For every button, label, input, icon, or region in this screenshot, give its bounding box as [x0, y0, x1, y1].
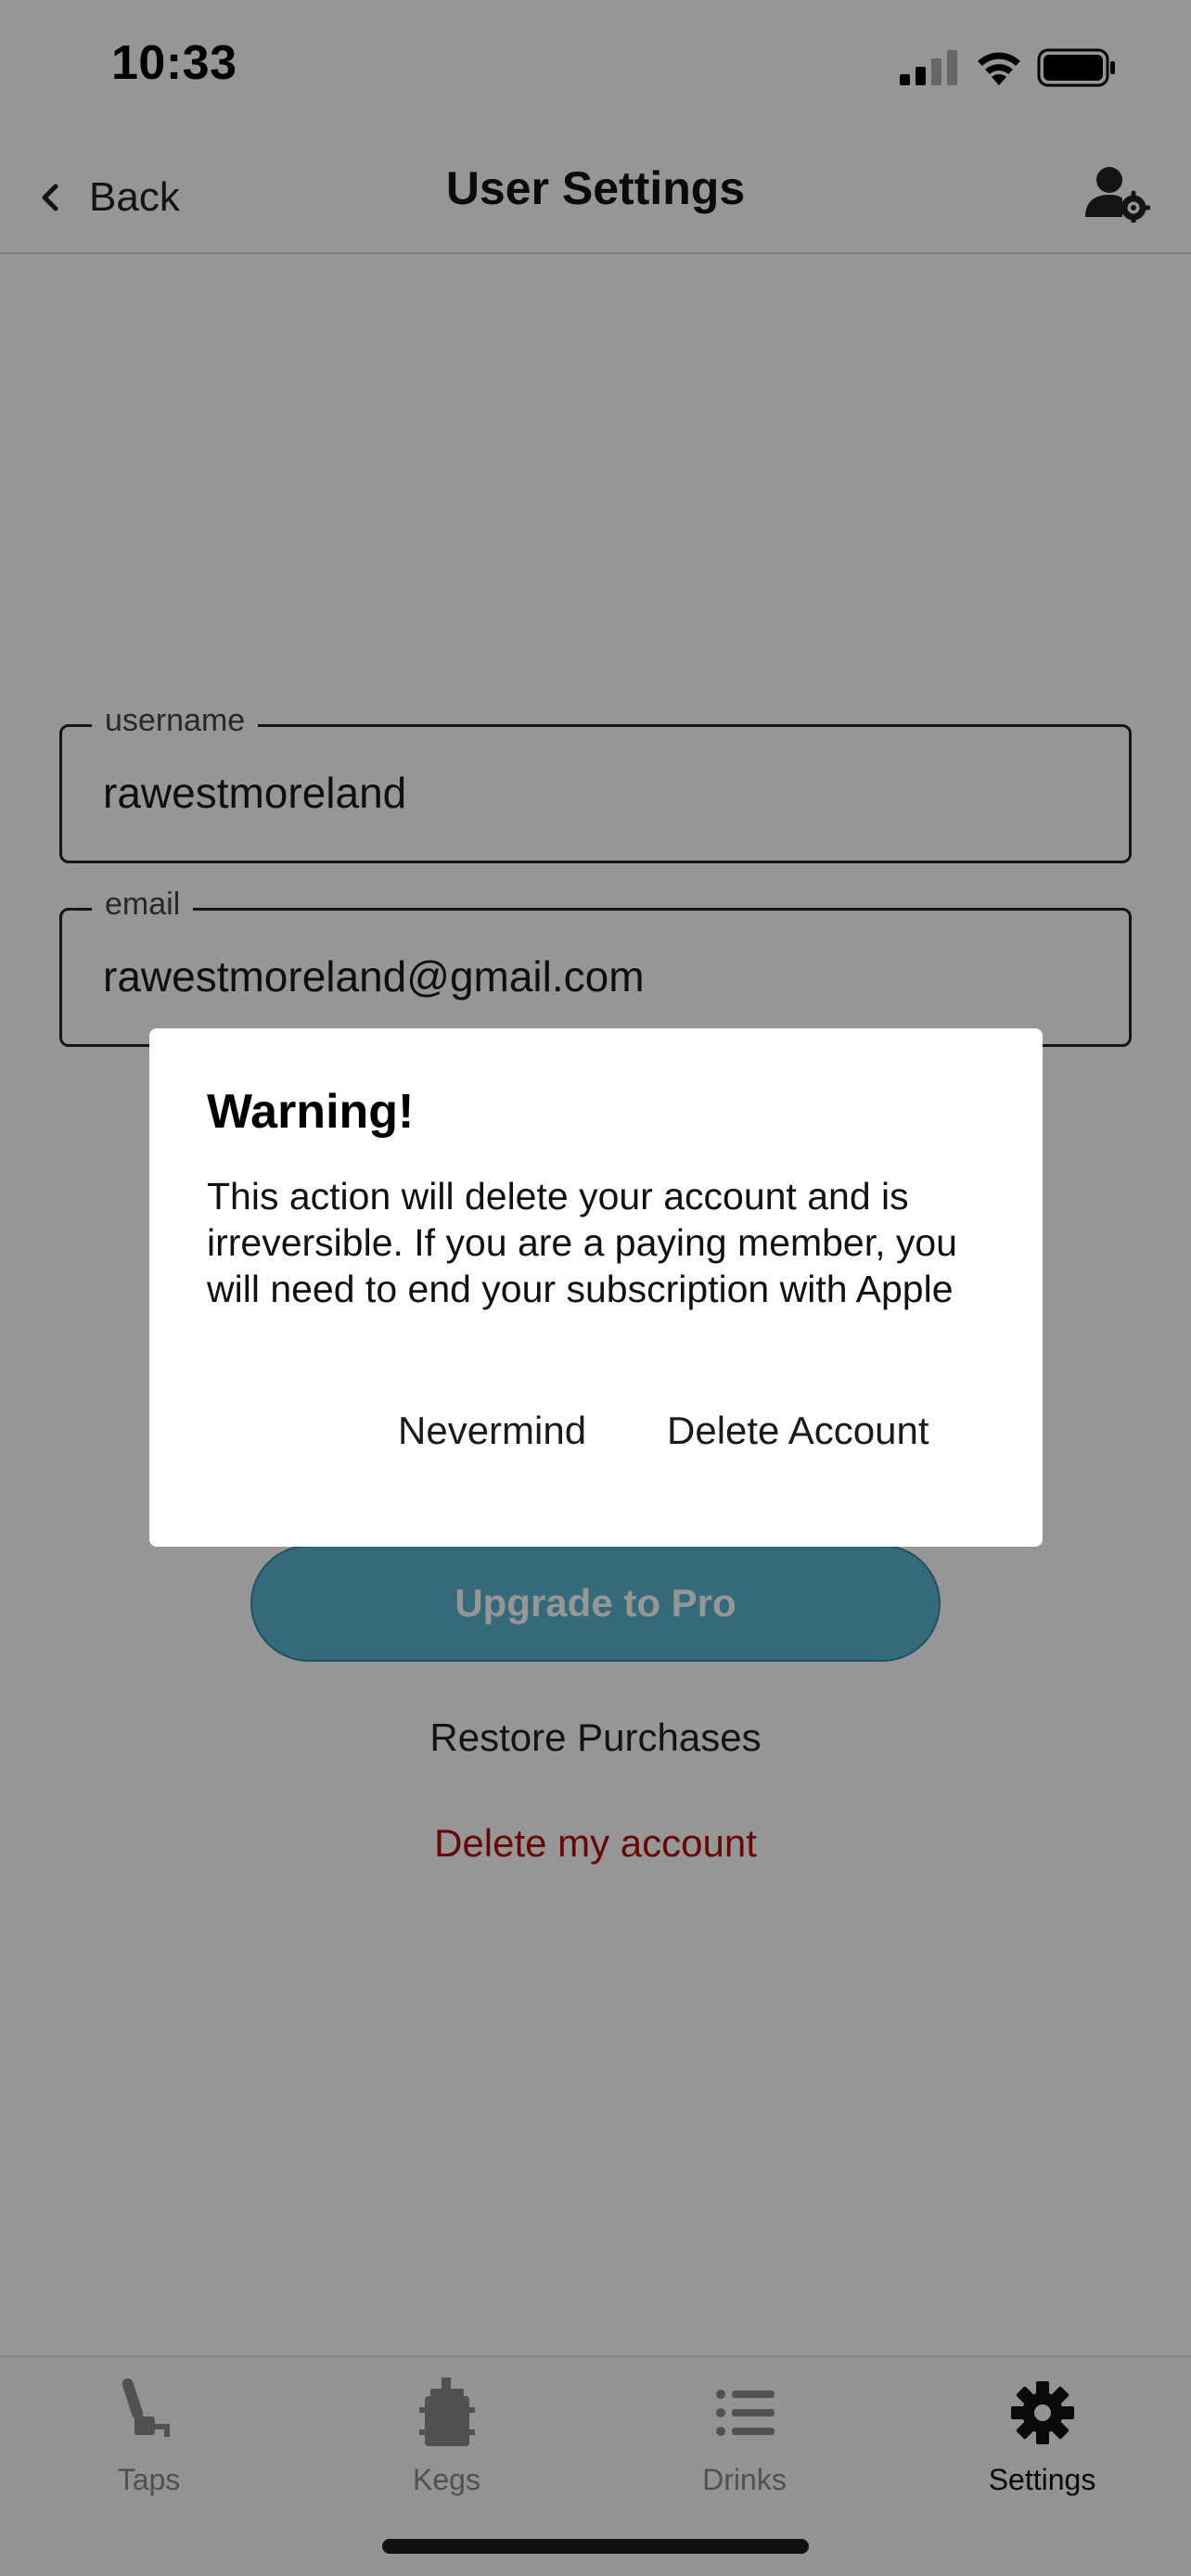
delete-account-button[interactable]: Delete Account	[667, 1409, 929, 1453]
dialog-title: Warning!	[207, 1085, 415, 1139]
dialog-message: This action will delete your account and…	[207, 1175, 957, 1310]
nevermind-button[interactable]: Nevermind	[398, 1409, 586, 1453]
home-indicator	[382, 2539, 809, 2554]
warning-dialog: Warning! This action will delete your ac…	[149, 1028, 1043, 1547]
app-screen: 10:33 Back User Settings username rawest…	[0, 0, 1191, 2576]
